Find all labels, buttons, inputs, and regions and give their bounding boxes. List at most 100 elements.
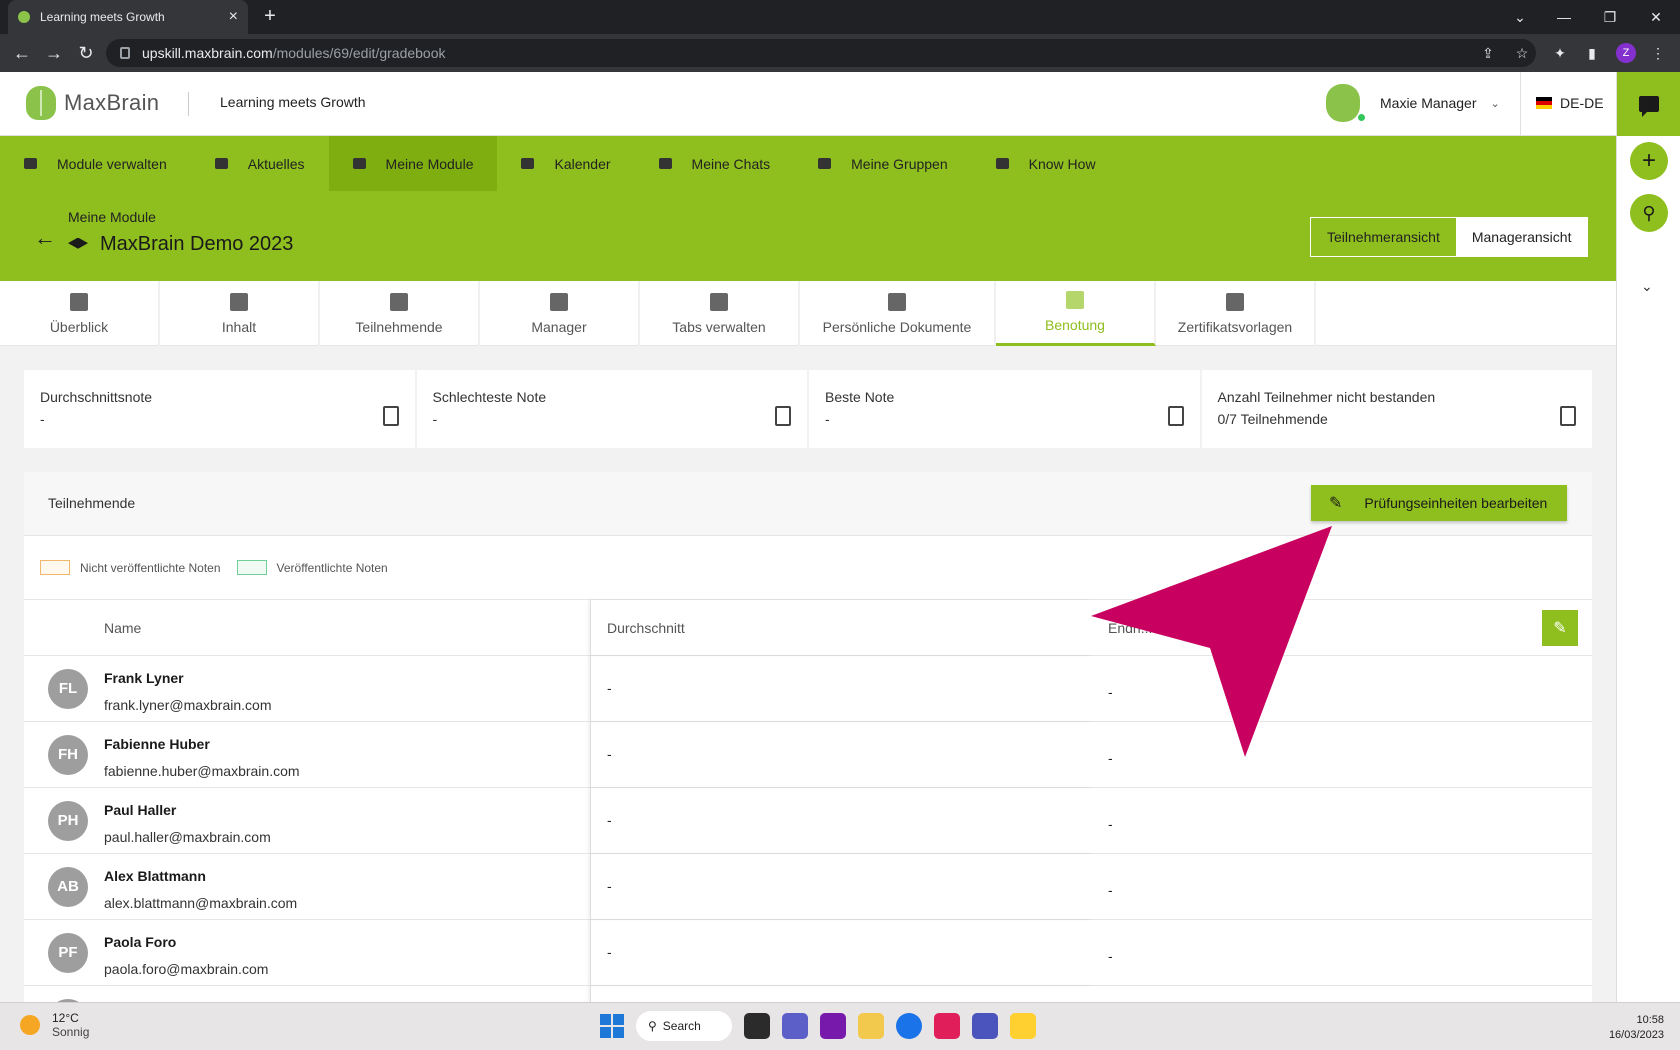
user-menu[interactable]: Maxie Manager ⌄ — [1326, 84, 1500, 122]
teams-chat-icon[interactable] — [782, 1013, 808, 1039]
stat-label: Durchschnittsnote — [40, 389, 153, 405]
grade-document-icon — [1167, 406, 1184, 426]
close-window-button[interactable]: ✕ — [1632, 0, 1680, 34]
brand-name: MaxBrain — [64, 90, 160, 115]
grade-stats: Durchschnittsnote - Schlechteste Note - … — [24, 370, 1592, 448]
profile-avatar[interactable]: Z — [1616, 43, 1636, 63]
nav-module-verwalten[interactable]: Module verwalten — [0, 136, 191, 191]
participant-view-button[interactable]: Teilnehmeransicht — [1311, 218, 1456, 256]
teams-icon[interactable] — [972, 1013, 998, 1039]
nav-know-how[interactable]: Know How — [972, 136, 1120, 191]
windows-start-icon[interactable] — [600, 1014, 624, 1038]
language-label: DE-DE — [1560, 95, 1604, 111]
column-header-name[interactable]: Name — [104, 620, 141, 636]
tab-label: Teilnehmende — [355, 318, 443, 335]
nav-label: Module verwalten — [57, 155, 167, 172]
system-clock[interactable]: 10:58 16/03/2023 — [1609, 1013, 1664, 1043]
taskbar-search[interactable]: ⚲ Search — [636, 1011, 732, 1041]
stat-label: Anzahl Teilnehmer nicht bestanden — [1217, 389, 1436, 405]
table-row[interactable] — [24, 986, 1592, 1002]
tab-persoenliche-dokumente[interactable]: Persönliche Dokumente — [800, 281, 996, 346]
nav-meine-module[interactable]: Meine Module — [328, 136, 498, 191]
minimize-button[interactable]: — — [1540, 0, 1588, 34]
nav-label: Meine Gruppen — [851, 155, 948, 172]
tab-search-icon[interactable]: ⌄ — [1496, 0, 1544, 34]
weather-widget[interactable]: 12°C Sonnig — [20, 1011, 89, 1039]
participant-email: paola.foro@maxbrain.com — [104, 961, 269, 977]
avatar: FL — [48, 669, 88, 709]
annotation-arrow-icon — [1091, 526, 1332, 757]
forward-icon[interactable]: → — [42, 41, 66, 65]
search-button[interactable]: ⚲ — [1630, 194, 1668, 232]
tab-zertifikatsvorlagen[interactable]: Zertifikatsvorlagen — [1156, 281, 1316, 346]
share-icon[interactable]: ⇪ — [1478, 43, 1498, 63]
back-icon[interactable]: ← — [10, 41, 34, 65]
add-button[interactable]: + — [1630, 142, 1668, 180]
task-view-icon[interactable] — [744, 1013, 770, 1039]
nav-label: Aktuelles — [247, 155, 305, 172]
onenote-icon[interactable] — [820, 1013, 846, 1039]
extensions-icon[interactable]: ✦ — [1550, 43, 1570, 63]
participant-email: alex.blattmann@maxbrain.com — [104, 895, 298, 911]
table-row[interactable]: FL Frank Lyner frank.lyner@maxbrain.com - … — [24, 656, 1592, 722]
manager-icon — [550, 292, 568, 311]
nav-kalender[interactable]: Kalender — [497, 136, 634, 191]
tab-benotung[interactable]: Benotung — [996, 281, 1156, 346]
stat-card-average: Durchschnittsnote - — [24, 370, 415, 448]
main-nav: Module verwalten Aktuelles Meine Module … — [0, 136, 1616, 191]
bookmark-star-icon[interactable]: ☆ — [1512, 43, 1532, 63]
breadcrumb[interactable]: Meine Module — [68, 209, 156, 225]
tab-manager[interactable]: Manager — [480, 281, 640, 346]
panel-title: Teilnehmende — [48, 495, 136, 511]
german-flag-icon — [1536, 97, 1552, 109]
browser-menu-icon[interactable]: ⋮ — [1648, 43, 1668, 63]
edit-exam-units-button[interactable]: ✎ Prüfungseinheiten bearbeiten — [1311, 485, 1567, 521]
sidepanel-icon[interactable]: ▮ — [1582, 43, 1602, 63]
miro-icon[interactable] — [1010, 1013, 1036, 1039]
table-row[interactable]: PH Paul Haller paul.haller@maxbrain.com - … — [24, 788, 1592, 854]
collapse-chevron-icon[interactable]: ⌄ — [1641, 278, 1653, 295]
chrome-icon[interactable] — [896, 1013, 922, 1039]
reload-icon[interactable]: ↻ — [74, 41, 98, 65]
manager-view-button[interactable]: Manageransicht — [1455, 218, 1588, 256]
user-name: Maxie Manager — [1380, 95, 1477, 111]
tab-teilnehmende[interactable]: Teilnehmende — [320, 281, 480, 346]
tab-label: Zertifikatsvorlagen — [1177, 318, 1293, 335]
chat-icon — [1639, 96, 1659, 117]
restore-button[interactable]: ❐ — [1586, 0, 1634, 34]
browser-tab[interactable]: Learning meets Growth × — [8, 0, 248, 34]
taskbar-apps: ⚲ Search — [600, 1011, 1036, 1041]
nav-aktuelles[interactable]: Aktuelles — [191, 136, 329, 191]
plus-icon: + — [1641, 147, 1656, 174]
nav-meine-chats[interactable]: Meine Chats — [635, 136, 795, 191]
module-tabs: Überblick Inhalt Teilnehmende Manager Ta… — [0, 281, 1616, 346]
tab-inhalt[interactable]: Inhalt — [160, 281, 320, 346]
participant-name: Paul Haller — [104, 802, 177, 818]
table-row[interactable]: AB Alex Blattmann alex.blattmann@maxbrain.… — [24, 854, 1592, 920]
nav-meine-gruppen[interactable]: Meine Gruppen — [794, 136, 972, 191]
slack-icon[interactable] — [934, 1013, 960, 1039]
close-tab-icon[interactable]: × — [229, 8, 238, 26]
new-tab-button[interactable]: + — [258, 5, 282, 29]
chat-button[interactable] — [1617, 72, 1680, 136]
table-row[interactable]: PF Paola Foro paola.foro@maxbrain.com - - — [24, 920, 1592, 986]
maxbrain-logo[interactable]: MaxBrain — [26, 86, 159, 120]
stat-card-best: Beste Note - — [809, 370, 1200, 448]
address-bar: ← → ↻ upskill.maxbrain.com/modules/69/ed… — [0, 34, 1680, 72]
table-row[interactable]: FH Fabienne Huber fabienne.huber@maxbrain.… — [24, 722, 1592, 788]
column-header-average[interactable]: Durchschnitt — [607, 620, 685, 636]
back-arrow-icon[interactable]: ← — [34, 225, 56, 251]
url-field[interactable]: upskill.maxbrain.com/modules/69/edit/gra… — [106, 39, 1536, 67]
folder-icon — [230, 292, 248, 311]
avatar: PF — [48, 933, 88, 973]
tab-ueberblick[interactable]: Überblick — [0, 281, 160, 346]
language-selector[interactable]: DE-DE — [1536, 95, 1604, 111]
calendar-icon — [521, 158, 535, 169]
file-explorer-icon[interactable] — [858, 1013, 884, 1039]
chat-icon — [658, 158, 672, 169]
participant-name: Alex Blattmann — [104, 868, 206, 884]
gradebook-table: Name Durchschnitt Endn... ✎ FL Frank Lyner… — [24, 600, 1592, 1002]
tab-tabs-verwalten[interactable]: Tabs verwalten — [640, 281, 800, 346]
edit-column-button[interactable]: ✎ — [1542, 610, 1578, 646]
brain-logo-icon — [26, 86, 56, 120]
